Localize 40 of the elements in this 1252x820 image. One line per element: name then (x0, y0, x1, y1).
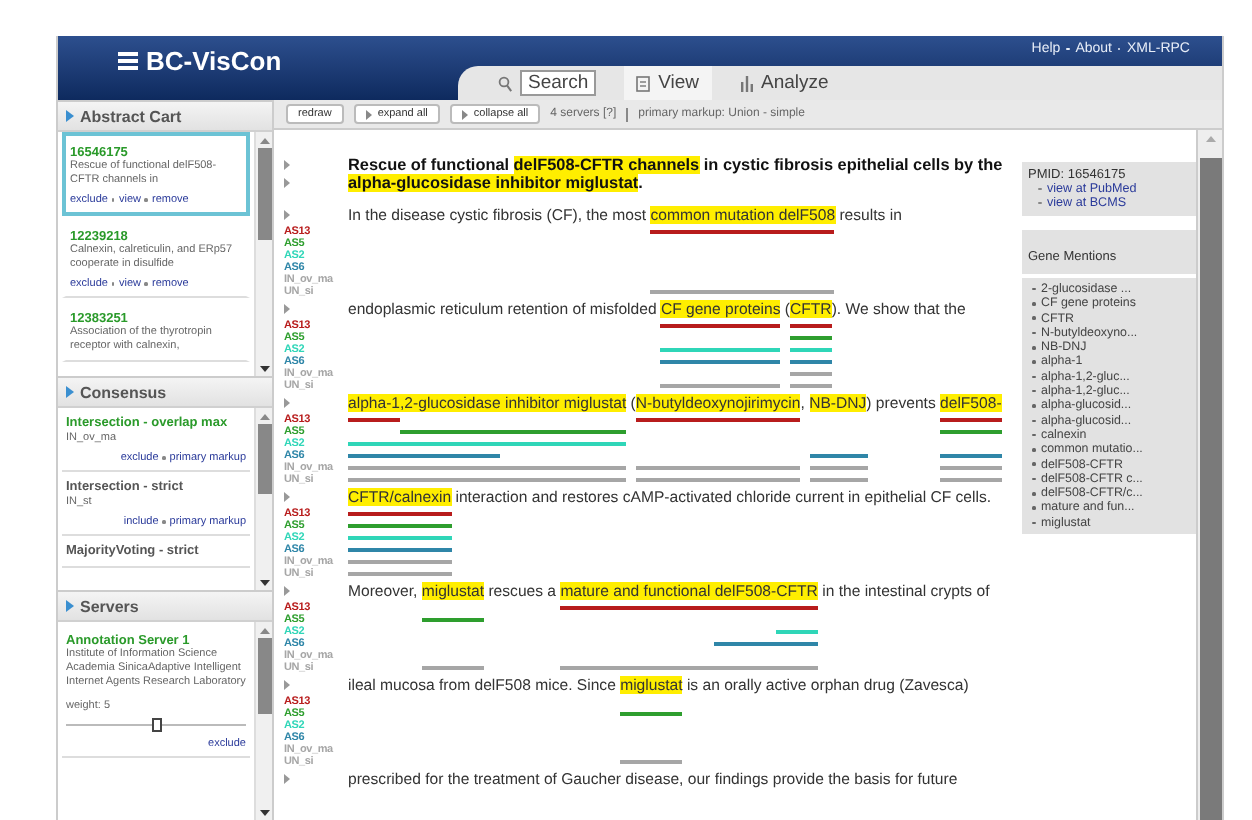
scroll-down-icon[interactable] (259, 579, 269, 585)
bar-chart-icon (739, 75, 754, 91)
scrollbar[interactable] (254, 132, 272, 376)
tab[interactable]: View (624, 66, 712, 100)
tab[interactable]: Search (486, 66, 609, 100)
expand-icon[interactable] (284, 774, 290, 784)
triangle-icon (365, 109, 372, 119)
menu-icon[interactable] (118, 51, 138, 69)
app-title: BC-VisCon (146, 45, 282, 75)
slider-handle[interactable] (152, 718, 162, 732)
scroll-down-icon[interactable] (259, 365, 269, 371)
expand-icon[interactable] (284, 492, 290, 502)
section-header[interactable]: Consensus (58, 376, 272, 408)
scroll-up-icon[interactable] (259, 627, 269, 633)
triangle-icon (461, 109, 468, 119)
scroll-up-icon[interactable] (1205, 135, 1215, 141)
scroll-up-icon[interactable] (259, 137, 269, 143)
triangle-icon (66, 110, 74, 122)
expand-icon[interactable] (284, 586, 290, 596)
abstract-title: Rescue of functional delF508-CFTR channels in cystic fibrosis epithelial cells by the alpha-glucosidase inhibitor miglustat. (348, 156, 1005, 192)
section-title: Servers (80, 597, 139, 615)
document-icon (636, 75, 651, 91)
section-title: Abstract Cart (80, 107, 182, 125)
search-icon (498, 75, 512, 91)
scrollbar[interactable] (254, 622, 272, 820)
section-title: Consensus (80, 383, 167, 401)
expand-icon[interactable] (284, 304, 290, 314)
section-header[interactable]: Abstract Cart (58, 100, 272, 132)
tab[interactable]: Analyze (727, 66, 841, 100)
section-header[interactable]: Servers (58, 590, 272, 622)
triangle-icon (66, 386, 74, 398)
expand-icon[interactable] (284, 680, 290, 690)
expand-icon[interactable] (284, 398, 290, 408)
weight-slider[interactable] (66, 716, 246, 732)
triangle-icon (66, 600, 74, 612)
scroll-up-icon[interactable] (259, 413, 269, 419)
scrollbar[interactable] (254, 408, 272, 590)
expand-icon[interactable] (284, 210, 290, 220)
scrollbar[interactable] (1196, 130, 1222, 820)
scroll-down-icon[interactable] (259, 809, 269, 815)
